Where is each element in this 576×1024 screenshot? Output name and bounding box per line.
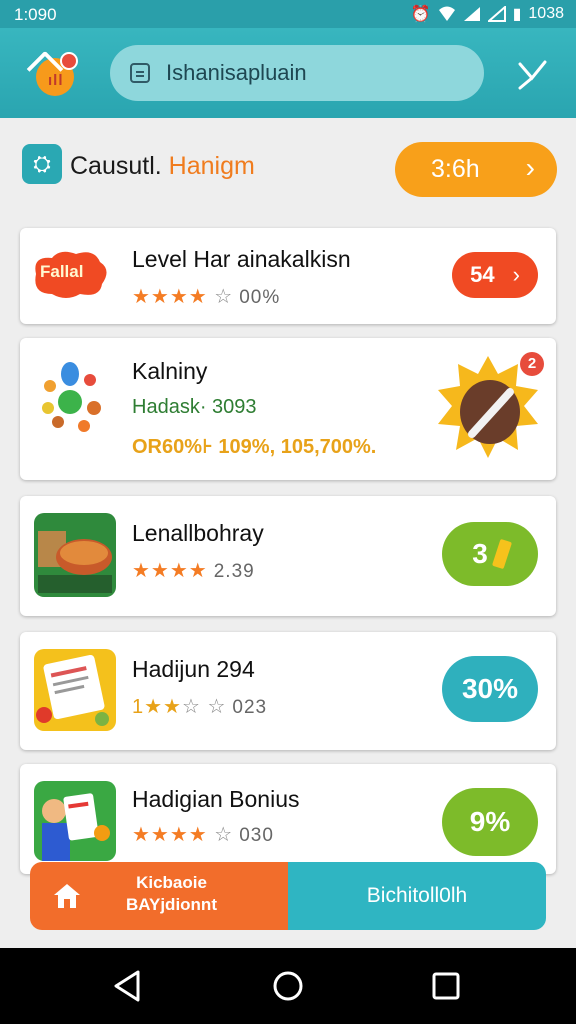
status-bar: 1:090 ⏰ ▮ 1038 bbox=[0, 0, 576, 28]
score-badge[interactable]: 30% bbox=[442, 656, 538, 722]
star-rating: ★★★★ ☆ 030 bbox=[132, 824, 274, 846]
score-badge[interactable]: 54 › bbox=[452, 252, 538, 298]
score-badge[interactable]: 9% bbox=[442, 788, 538, 856]
logo-text: Fallal bbox=[40, 262, 84, 281]
category-icon: ⛭ bbox=[22, 144, 62, 184]
signal-icon bbox=[463, 7, 480, 21]
bonus-tag-icon bbox=[491, 538, 512, 570]
battery-level: 1038 bbox=[528, 5, 564, 22]
status-icons: ⏰ ▮ 1038 bbox=[411, 4, 564, 24]
item-title: Level Har ainakalkisn bbox=[132, 246, 351, 272]
home-action-label: Kicbaoie BAYjdionnt bbox=[126, 873, 217, 914]
badge-dot: 2 bbox=[520, 352, 544, 376]
battery-icon: ▮ bbox=[512, 6, 522, 23]
system-nav-bar bbox=[0, 948, 576, 1024]
list-item[interactable]: Fallal Level Har ainakalkisn ★★★★ ☆ 00% 5… bbox=[20, 228, 556, 324]
chevron-right-icon: › bbox=[525, 152, 535, 183]
star-rating: ★★★★ 2.39 bbox=[132, 560, 255, 582]
section-header: ⛭ Causutl. Hanigm 3:6h › bbox=[0, 118, 576, 218]
item-subtitle: Hadask· 3093 bbox=[132, 396, 257, 418]
app-thumbnail bbox=[34, 649, 116, 731]
notification-dot bbox=[60, 52, 78, 70]
star-rating: 1★★☆ ☆ 023 bbox=[132, 696, 268, 718]
item-stats: OR60%⊦ 109%, 105,700%. bbox=[132, 436, 377, 458]
item-title: Lenallbohray bbox=[132, 520, 264, 546]
home-icon bbox=[54, 884, 80, 908]
list-item[interactable]: Hadijun 294 1★★☆ ☆ 023 30% bbox=[20, 632, 556, 750]
list-item[interactable]: Kalniny Hadask· 3093 OR60%⊦ 109%, 105,70… bbox=[20, 338, 556, 480]
search-bar[interactable]: Ishanisapluain bbox=[110, 45, 484, 101]
secondary-action-button[interactable]: Bichitoll0lh bbox=[288, 862, 546, 930]
close-icon[interactable] bbox=[512, 54, 552, 94]
alarm-icon: ⏰ bbox=[410, 6, 431, 23]
search-input[interactable]: Ishanisapluain bbox=[166, 60, 307, 86]
back-icon[interactable] bbox=[108, 966, 148, 1006]
score-badge[interactable]: 3 bbox=[442, 522, 538, 586]
app-thumbnail bbox=[34, 513, 116, 597]
section-title: Causutl. Hanigm bbox=[70, 152, 255, 180]
app-thumbnail bbox=[38, 356, 108, 436]
star-rating: ★★★★ ☆ 00% bbox=[132, 286, 281, 308]
item-title: Hadijun 294 bbox=[132, 656, 255, 682]
item-title: Hadigian Bonius bbox=[132, 786, 300, 812]
wifi-icon bbox=[438, 6, 455, 21]
app-bar: ıll Ishanisapluain bbox=[0, 28, 576, 118]
app-thumbnail: Fallal bbox=[30, 248, 110, 300]
list-item[interactable]: Lenallbohray ★★★★ 2.39 3 bbox=[20, 496, 556, 616]
section-action-button[interactable]: 3:6h › bbox=[395, 142, 557, 197]
app-logo-icon[interactable]: ıll bbox=[26, 50, 78, 98]
bottom-action-bar: Kicbaoie BAYjdionnt Bichitoll0lh bbox=[30, 862, 546, 930]
home-nav-icon[interactable] bbox=[268, 966, 308, 1006]
chevron-right-icon: › bbox=[512, 262, 520, 287]
item-title: Kalniny bbox=[132, 358, 208, 384]
document-icon bbox=[130, 63, 150, 83]
recents-icon[interactable] bbox=[426, 966, 466, 1006]
app-thumbnail bbox=[34, 781, 116, 861]
seed-icon[interactable]: 2 bbox=[432, 352, 544, 464]
home-action-button[interactable]: Kicbaoie BAYjdionnt bbox=[30, 862, 288, 930]
list-item[interactable]: Hadigian Bonius ★★★★ ☆ 030 9% bbox=[20, 764, 556, 874]
status-time: 1:090 bbox=[14, 5, 57, 24]
signal-icon-2 bbox=[487, 6, 506, 22]
